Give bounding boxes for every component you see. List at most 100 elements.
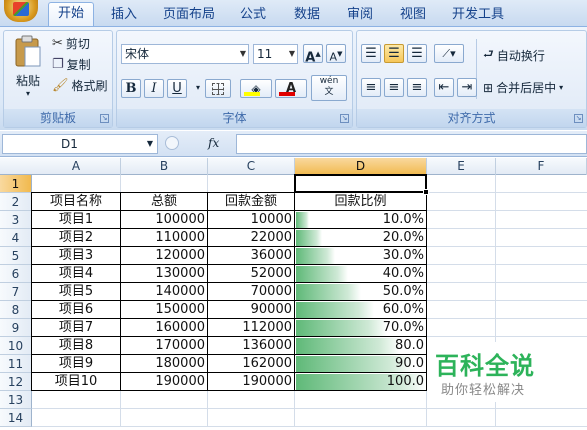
row-header-10[interactable]: 10	[0, 337, 32, 355]
tab-home[interactable]: 开始	[48, 2, 94, 27]
total-amount-cell[interactable]: 180000	[123, 355, 205, 373]
formula-bar-resize-handle[interactable]	[165, 136, 179, 150]
project-name-cell[interactable]: 项目8	[34, 337, 118, 355]
borders-button[interactable]	[205, 79, 231, 98]
total-amount-cell[interactable]: 170000	[123, 337, 205, 355]
tab-view[interactable]: 视图	[393, 6, 433, 26]
row-header-12[interactable]: 12	[0, 373, 32, 391]
align-top-button[interactable]: ☰	[361, 44, 381, 63]
orientation-button[interactable]: ⟋▾	[434, 44, 464, 63]
row-header-6[interactable]: 6	[0, 265, 32, 283]
payment-ratio-cell[interactable]: 20.0%	[297, 229, 424, 247]
project-name-cell[interactable]: 项目2	[34, 229, 118, 247]
table-header-cell[interactable]: 项目名称	[34, 193, 118, 211]
wrap-text-button[interactable]: ⮐ 自动换行	[483, 45, 545, 66]
phonetic-guide-button[interactable]: wén 文	[311, 75, 347, 101]
payment-ratio-cell[interactable]: 90.0	[297, 355, 424, 373]
font-name-select[interactable]: 宋体 ▼	[121, 44, 249, 64]
tab-review[interactable]: 审阅	[340, 6, 380, 26]
table-header-cell[interactable]: 回款金额	[210, 193, 292, 211]
payment-amount-cell[interactable]: 90000	[210, 301, 292, 319]
formula-input[interactable]	[236, 134, 587, 154]
payment-amount-cell[interactable]: 162000	[210, 355, 292, 373]
payment-ratio-cell[interactable]: 100.0	[297, 373, 424, 391]
increase-indent-button[interactable]: ⇥	[457, 78, 477, 97]
row-header-2[interactable]: 2	[0, 193, 32, 211]
row-header-13[interactable]: 13	[0, 391, 32, 409]
total-amount-cell[interactable]: 160000	[123, 319, 205, 337]
fill-color-button[interactable]: ◈	[240, 79, 272, 98]
office-button[interactable]	[4, 0, 38, 22]
italic-button[interactable]: I	[144, 79, 164, 98]
payment-amount-cell[interactable]: 70000	[210, 283, 292, 301]
total-amount-cell[interactable]: 150000	[123, 301, 205, 319]
underline-button[interactable]: U	[167, 79, 187, 98]
project-name-cell[interactable]: 项目10	[34, 373, 118, 391]
font-color-button[interactable]: A	[275, 79, 307, 98]
alignment-launcher-icon[interactable]: ↘	[574, 114, 583, 123]
payment-amount-cell[interactable]: 190000	[210, 373, 292, 391]
payment-ratio-cell[interactable]: 30.0%	[297, 247, 424, 265]
total-amount-cell[interactable]: 190000	[123, 373, 205, 391]
align-bottom-button[interactable]: ☰	[407, 44, 427, 63]
payment-amount-cell[interactable]: 112000	[210, 319, 292, 337]
column-header-d[interactable]: D	[295, 158, 427, 175]
column-header-a[interactable]: A	[32, 158, 121, 175]
total-amount-cell[interactable]: 140000	[123, 283, 205, 301]
row-header-14[interactable]: 14	[0, 409, 32, 427]
column-header-e[interactable]: E	[427, 158, 496, 175]
font-launcher-icon[interactable]: ↘	[340, 114, 349, 123]
tab-developer[interactable]: 开发工具	[446, 6, 510, 26]
row-header-3[interactable]: 3	[0, 211, 32, 229]
shrink-font-button[interactable]: A▼	[326, 44, 346, 64]
project-name-cell[interactable]: 项目5	[34, 283, 118, 301]
table-header-cell[interactable]: 总额	[123, 193, 205, 211]
selected-cell-d1[interactable]	[294, 174, 427, 193]
bold-button[interactable]: B	[121, 79, 141, 98]
total-amount-cell[interactable]: 130000	[123, 265, 205, 283]
align-middle-button[interactable]: ☰	[384, 44, 404, 63]
tab-data[interactable]: 数据	[287, 6, 327, 26]
payment-amount-cell[interactable]: 10000	[210, 211, 292, 229]
tab-formulas[interactable]: 公式	[233, 6, 273, 26]
row-header-5[interactable]: 5	[0, 247, 32, 265]
payment-amount-cell[interactable]: 36000	[210, 247, 292, 265]
fill-handle[interactable]	[423, 189, 429, 195]
row-header-8[interactable]: 8	[0, 301, 32, 319]
align-center-button[interactable]: ≡	[384, 78, 404, 97]
project-name-cell[interactable]: 项目7	[34, 319, 118, 337]
payment-amount-cell[interactable]: 52000	[210, 265, 292, 283]
paste-button[interactable]: 粘贴 ▾	[8, 35, 48, 98]
decrease-indent-button[interactable]: ⇤	[434, 78, 454, 97]
total-amount-cell[interactable]: 110000	[123, 229, 205, 247]
project-name-cell[interactable]: 项目3	[34, 247, 118, 265]
row-header-9[interactable]: 9	[0, 319, 32, 337]
column-header-f[interactable]: F	[496, 158, 587, 175]
payment-ratio-cell[interactable]: 80.0	[297, 337, 424, 355]
project-name-cell[interactable]: 项目1	[34, 211, 118, 229]
copy-button[interactable]: ❐ 复制	[52, 56, 91, 73]
column-header-c[interactable]: C	[208, 158, 295, 175]
payment-amount-cell[interactable]: 136000	[210, 337, 292, 355]
project-name-cell[interactable]: 项目9	[34, 355, 118, 373]
payment-ratio-cell[interactable]: 60.0%	[297, 301, 424, 319]
name-box[interactable]: D1 ▼	[2, 134, 158, 154]
grow-font-button[interactable]: A▲	[303, 44, 323, 65]
row-header-7[interactable]: 7	[0, 283, 32, 301]
payment-ratio-cell[interactable]: 50.0%	[297, 283, 424, 301]
payment-ratio-cell[interactable]: 70.0%	[297, 319, 424, 337]
project-name-cell[interactable]: 项目6	[34, 301, 118, 319]
payment-ratio-cell[interactable]: 10.0%	[297, 211, 424, 229]
cut-button[interactable]: ✂ 剪切	[52, 35, 90, 52]
align-left-button[interactable]: ≡	[361, 78, 381, 97]
total-amount-cell[interactable]: 120000	[123, 247, 205, 265]
merge-center-button[interactable]: ⊞ 合并后居中 ▾	[483, 79, 563, 96]
payment-ratio-cell[interactable]: 40.0%	[297, 265, 424, 283]
row-header-11[interactable]: 11	[0, 355, 32, 373]
tab-page-layout[interactable]: 页面布局	[158, 6, 220, 26]
tab-insert[interactable]: 插入	[104, 6, 144, 26]
font-size-select[interactable]: 11 ▼	[253, 44, 298, 64]
clipboard-launcher-icon[interactable]: ↘	[100, 114, 109, 123]
payment-amount-cell[interactable]: 22000	[210, 229, 292, 247]
format-painter-button[interactable]: 🖌 格式刷	[52, 77, 108, 94]
